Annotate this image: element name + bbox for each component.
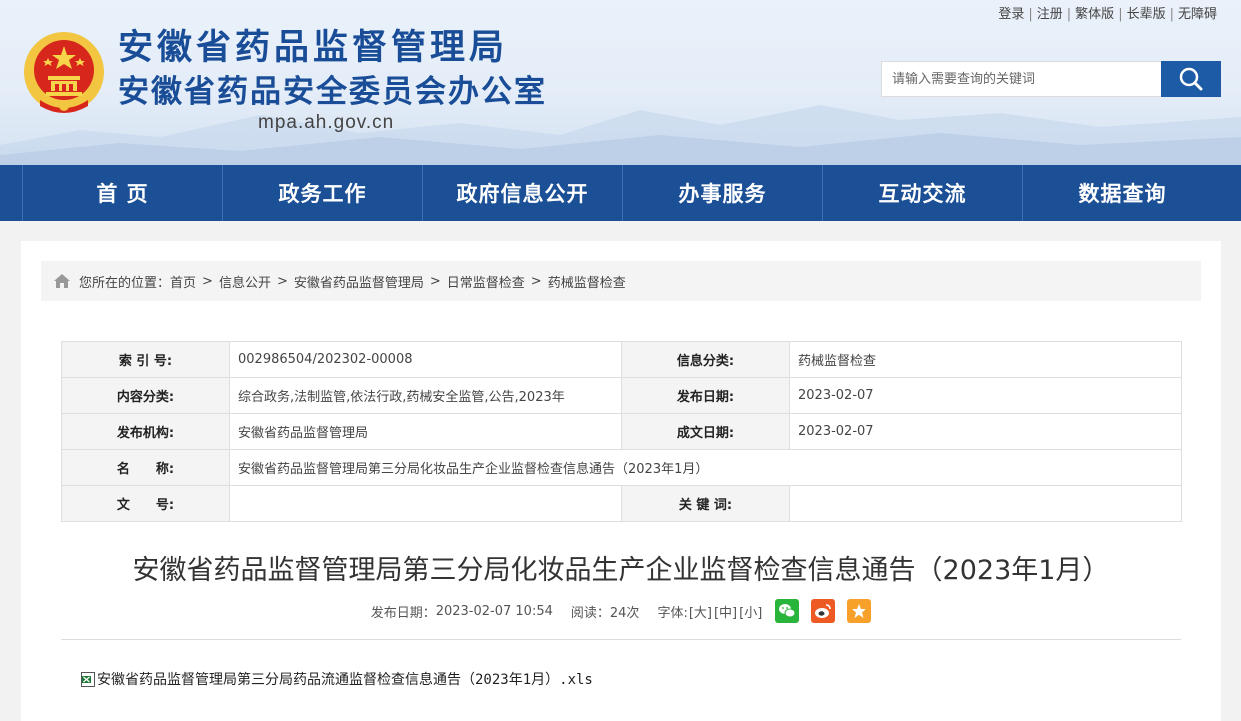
search-icon (1179, 67, 1203, 91)
traditional-chinese-link[interactable]: 繁体版 (1071, 7, 1118, 22)
breadcrumb-prefix: 您所在的位置： (79, 275, 171, 291)
breadcrumb-item-daily-inspection[interactable]: 日常监督检查 (447, 272, 525, 291)
table-row: 内容分类: 综合政务,法制监管,依法行政,药械安全监管,公告,2023年 发布日… (61, 377, 1182, 414)
index-number-value: 002986504/202302-00008 (229, 341, 622, 378)
index-number-label: 索 引 号: (61, 341, 230, 378)
name-label: 名 称: (61, 449, 230, 486)
breadcrumb: 您所在的位置： 首页 > 信息公开 > 安徽省药品监督管理局 > 日常监督检查 … (41, 261, 1201, 301)
accessibility-link[interactable]: 无障碍 (1174, 7, 1221, 22)
content-panel: 您所在的位置： 首页 > 信息公开 > 安徽省药品监督管理局 > 日常监督检查 … (21, 241, 1221, 721)
favorite-star-icon (852, 604, 867, 618)
site-title: 安徽省药品监督管理局 (118, 28, 509, 68)
search-box (881, 61, 1221, 97)
table-row: 索 引 号: 002986504/202302-00008 信息分类: 药械监督… (61, 341, 1182, 378)
share-weibo-button[interactable] (811, 599, 836, 623)
breadcrumb-separator: > (530, 273, 542, 289)
table-row: 文 号: 关 键 词: (61, 485, 1182, 522)
register-link[interactable]: 注册 (1033, 7, 1067, 22)
publish-time-value: 2023-02-07 10:54 (435, 603, 553, 619)
login-link[interactable]: 登录 (994, 7, 1028, 22)
nav-information-disclosure[interactable]: 政府信息公开 (423, 165, 623, 221)
font-size-label: 字体: (657, 605, 688, 621)
attachment-link[interactable]: 安徽省药品监督管理局第三分局药品流通监督检查信息通告（2023年1月）.xls (81, 669, 593, 689)
table-row: 发布机构: 安徽省药品监督管理局 成文日期: 2023-02-07 (61, 413, 1182, 450)
breadcrumb-item-drug-device-inspection[interactable]: 药械监督检查 (548, 272, 626, 291)
xls-file-icon (81, 671, 95, 687)
top-links: 登录 | 注册 | 繁体版 | 长辈版 | 无障碍 (994, 3, 1221, 22)
created-date-label: 成文日期: (621, 413, 790, 450)
font-size-large-button[interactable]: [大] (688, 602, 713, 621)
keywords-value (789, 485, 1182, 522)
publish-date-label: 发布日期: (621, 377, 790, 414)
content-category-value: 综合政务,法制监管,依法行政,药械安全监管,公告,2023年 (229, 377, 622, 414)
nav-data-query[interactable]: 数据查询 (1023, 165, 1222, 221)
separator: | (1118, 7, 1123, 22)
info-category-value: 药械监督检查 (789, 341, 1182, 378)
created-date-value: 2023-02-07 (789, 413, 1182, 450)
wechat-icon (779, 604, 796, 618)
divider (61, 639, 1181, 640)
attachment-filename: 安徽省药品监督管理局第三分局药品流通监督检查信息通告（2023年1月）.xls (97, 672, 593, 688)
nav-services[interactable]: 办事服务 (623, 165, 823, 221)
main-nav: 首 页 政务工作 政府信息公开 办事服务 互动交流 数据查询 (0, 165, 1241, 221)
document-metadata-table: 索 引 号: 002986504/202302-00008 信息分类: 药械监督… (61, 341, 1182, 522)
nav-spacer (0, 165, 23, 221)
national-emblem-icon (24, 32, 104, 113)
views-count: 24次 (609, 605, 640, 621)
search-button[interactable] (1161, 61, 1221, 97)
site-domain: mpa.ah.gov.cn (258, 112, 395, 133)
breadcrumb-item-home[interactable]: 首页 (170, 272, 196, 291)
breadcrumb-separator: > (202, 273, 213, 289)
add-favorite-button[interactable] (847, 599, 872, 623)
document-number-label: 文 号: (61, 485, 230, 522)
article-title: 安徽省药品监督管理局第三分局化妆品生产企业监督检查信息通告（2023年1月） (132, 555, 1110, 586)
search-input[interactable] (881, 61, 1161, 97)
elder-version-link[interactable]: 长辈版 (1123, 7, 1170, 22)
breadcrumb-item-disclosure[interactable]: 信息公开 (219, 272, 271, 291)
table-row: 名 称: 安徽省药品监督管理局第三分局化妆品生产企业监督检查信息通告（2023年… (61, 449, 1182, 486)
publish-time-label: 发布日期： (370, 605, 436, 621)
breadcrumb-separator: > (276, 273, 288, 289)
nav-home[interactable]: 首 页 (23, 165, 223, 221)
nav-interaction[interactable]: 互动交流 (823, 165, 1023, 221)
share-wechat-button[interactable] (775, 599, 800, 623)
site-header: 安徽省药品监督管理局 安徽省药品安全委员会办公室 mpa.ah.gov.cn 登… (0, 0, 1241, 165)
nav-government-affairs[interactable]: 政务工作 (223, 165, 423, 221)
publishing-org-value: 安徽省药品监督管理局 (229, 413, 622, 450)
publish-date-value: 2023-02-07 (789, 377, 1182, 414)
views-label: 阅读： (570, 605, 610, 621)
content-category-label: 内容分类: (61, 377, 230, 414)
document-number-value (229, 485, 622, 522)
breadcrumb-item-bureau[interactable]: 安徽省药品监督管理局 (294, 272, 424, 291)
breadcrumb-separator: > (429, 273, 441, 289)
publishing-org-label: 发布机构: (61, 413, 230, 450)
info-category-label: 信息分类: (621, 341, 790, 378)
article-info-bar: 发布日期： 2023-02-07 10:54 阅读： 24次 字体: [大] [… (21, 599, 1221, 623)
keywords-label: 关 键 词: (621, 485, 790, 522)
font-size-small-button[interactable]: [小] (738, 602, 763, 621)
site-subtitle: 安徽省药品安全委员会办公室 (118, 74, 547, 110)
weibo-icon (815, 604, 832, 618)
home-icon (53, 273, 71, 289)
font-size-medium-button[interactable]: [中] (713, 602, 738, 621)
name-value: 安徽省药品监督管理局第三分局化妆品生产企业监督检查信息通告（2023年1月） (229, 449, 1182, 486)
